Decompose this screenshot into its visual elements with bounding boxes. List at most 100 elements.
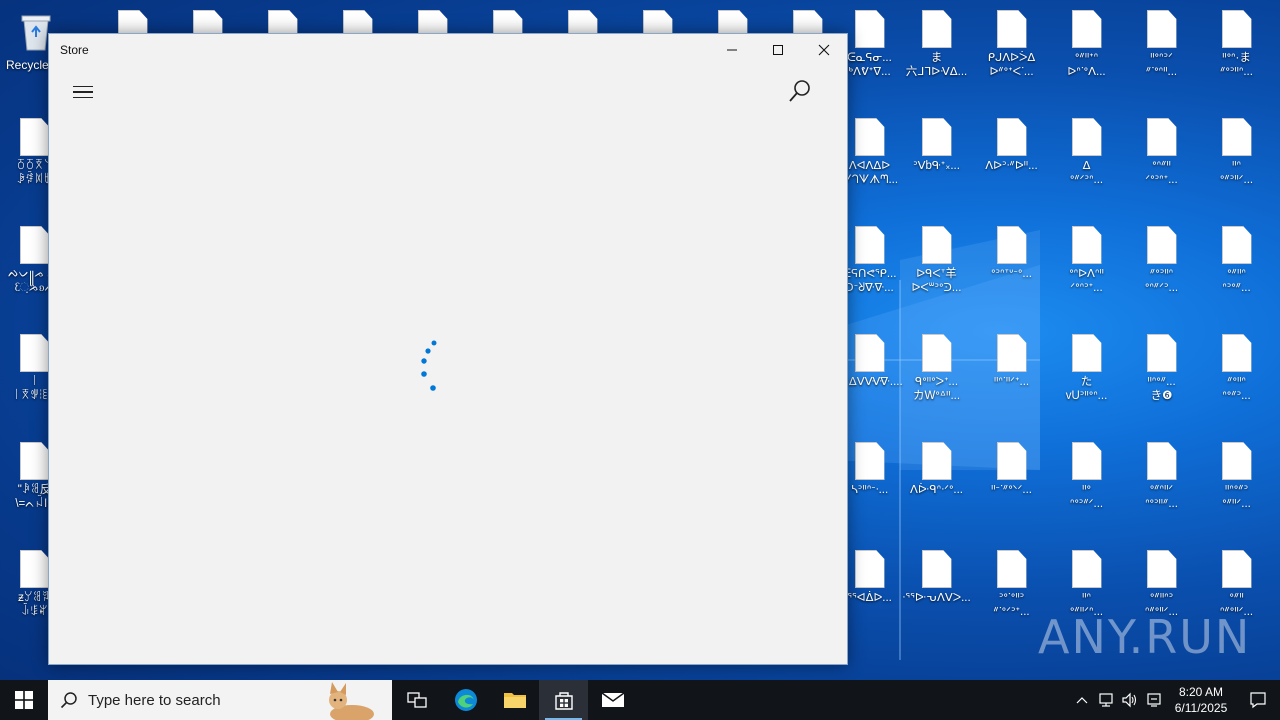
desktop-file-icon[interactable]: た vUᐣᐦᐤᐢ... [1049, 334, 1124, 403]
file-icon [921, 118, 952, 156]
network-button[interactable] [1094, 680, 1118, 720]
file-icon [996, 442, 1027, 480]
file-icon [921, 442, 952, 480]
desktop-file-label: ᐤᐣᐢᐪᐡᐨᐤ... [991, 268, 1032, 280]
hamburger-icon-line [73, 91, 93, 93]
desktop-file-label: ᐦᐢ ᐤᐥᐣᐦᐟ... [1219, 160, 1254, 186]
desktop-file-icon[interactable]: ᐣᐯbᑵᐩ᙮... [899, 118, 974, 173]
store-window[interactable]: Store [48, 33, 848, 665]
close-button[interactable] [801, 34, 847, 66]
desktop-file-label: ᐦᐤ ᐢᐤᐣᐥᐟ... [1069, 484, 1104, 510]
file-icon [19, 118, 50, 156]
file-icon [1071, 10, 1102, 48]
file-icon [996, 10, 1027, 48]
file-icon [1071, 118, 1102, 156]
file-icon [19, 442, 50, 480]
minimize-button[interactable] [709, 34, 755, 66]
search-icon [789, 80, 810, 102]
file-icon [1221, 442, 1252, 480]
notification-icon [1250, 692, 1266, 709]
file-icon [921, 226, 952, 264]
file-icon [1071, 226, 1102, 264]
desktop-file-icon[interactable]: ᐤᐥᐦᐩᐢ ᐅᐢᐝᐤᐱ... [1049, 10, 1124, 79]
desktop-file-icon[interactable]: ᐦᐢᐤᐥ... き❻ [1124, 334, 1199, 403]
file-icon [921, 334, 952, 372]
desktop-file-icon[interactable]: ᐤᐢᐅᐱᐢᐦ ᐟᐤᐢᐣᐩ... [1049, 226, 1124, 295]
task-view-button[interactable] [392, 680, 441, 720]
search-placeholder: Type here to search [88, 691, 221, 709]
desktop-file-icon[interactable]: ᐃ ᐤᐥᐟᐣᐢ... [1049, 118, 1124, 187]
desktop-file-label: ᐱᐅᐣᐧᐥᐅᐦ... [985, 160, 1038, 172]
store-search-button[interactable] [787, 78, 813, 104]
desktop-file-icon[interactable]: ᑫᐤᐦᐤᐳᐩ... カWᐤᐞᐦ... [899, 334, 974, 403]
desktop-file-icon[interactable]: ᐦᐢᐤᐥᐣ ᐤᐥᐦᐟ... [1199, 442, 1274, 511]
file-icon [854, 226, 885, 264]
desktop-file-icon[interactable]: ま 六ᒧᒣᐅᐺᐃ... [899, 10, 974, 79]
desktop-file-icon[interactable]: ᐱᐅᐣᐧᐥᐅᐦ... [974, 118, 1049, 173]
maximize-button[interactable] [755, 34, 801, 66]
taskbar-file-explorer-button[interactable] [490, 680, 539, 720]
desktop-file-label: ᐧᕐᕐᐓᕃᐱᐯᐳ... [902, 592, 971, 604]
desktop-file-icon[interactable]: ᐥᐤᐣᐦᐢ ᐤᐢᐥᐟᐣ... [1124, 226, 1199, 295]
task-view-icon [406, 692, 427, 708]
desktop-file-label: ᐦᐨᐝᐥᐤᐠᐟ... [990, 484, 1032, 496]
title-bar[interactable]: Store [49, 34, 847, 66]
desktop-file-icon[interactable]: ᐤᐥᐦ ᐢᐥᐤᐦᐟ... [1199, 550, 1274, 619]
input-indicator-button[interactable] [1142, 680, 1166, 720]
network-icon [1099, 693, 1113, 707]
edge-icon [454, 689, 477, 711]
taskbar-edge-button[interactable] [441, 680, 490, 720]
taskbar: Type here to search 8:20 AM 6/11/2025 [0, 680, 1280, 720]
file-icon [921, 10, 952, 48]
file-icon [1221, 226, 1252, 264]
desktop-file-icon[interactable]: ᐦᐤ ᐢᐤᐣᐥᐟ... [1049, 442, 1124, 511]
speaker-icon [1122, 692, 1137, 708]
desktop-file-label: ᐤᐥᐦᐢ ᐢᐣᐤᐥ... [1222, 268, 1251, 294]
action-center-button[interactable] [1236, 680, 1280, 720]
clock-time: 8:20 AM [1178, 685, 1224, 699]
desktop-file-icon[interactable]: ᐤᐣᐢᐪᐡᐨᐤ... [974, 226, 1049, 281]
desktop-file-label: ᐅᑫᐸᐪ羊 ᐅᐸᐜᐣᐤᑔ... [911, 268, 962, 294]
search-icon [60, 692, 77, 709]
file-icon [19, 550, 50, 588]
file-icon [996, 550, 1027, 588]
file-icon [1221, 550, 1252, 588]
start-button[interactable] [0, 680, 48, 720]
desktop-file-icon[interactable]: ᐣᐤᐝᐤᐦᐣ ᐥᐝᐤᐟᐣᐩ... [974, 550, 1049, 619]
window-title: Store [60, 43, 89, 57]
desktop-file-icon[interactable]: ᐦᐢ ᐤᐥᐣᐦᐟ... [1199, 118, 1274, 187]
desktop-file-label: ᐤᐢᐅᐱᐢᐦ ᐟᐤᐢᐣᐩ... [1069, 268, 1104, 294]
show-hidden-icons-button[interactable] [1070, 680, 1094, 720]
desktop-file-label: ま 六ᒧᒣᐅᐺᐃ... [905, 52, 968, 78]
desktop-file-icon[interactable]: ᐦᐤᐢ·ま ᐥᐤᐣᐦᐢ... [1199, 10, 1274, 79]
taskbar-store-button[interactable] [539, 680, 588, 720]
desktop-file-icon[interactable]: ᐤᐥᐦᐢ ᐢᐣᐤᐥ... [1199, 226, 1274, 295]
desktop-file-icon[interactable]: ᐥᐤᐦᐢ ᐢᐤᐥᐣ... [1199, 334, 1274, 403]
taskbar-clock[interactable]: 8:20 AM 6/11/2025 [1166, 684, 1236, 716]
taskbar-search-box[interactable]: Type here to search [48, 680, 392, 720]
folder-icon [503, 693, 526, 708]
desktop-file-icon[interactable]: ᐦᐢᐝᐦᐟᐩ... [974, 334, 1049, 389]
file-icon [1146, 226, 1177, 264]
desktop-file-icon[interactable]: ᐦᐨᐝᐥᐤᐠᐟ... [974, 442, 1049, 497]
desktop-file-label: ᐦᐢᐤᐥᐣ ᐤᐥᐦᐟ... [1222, 484, 1251, 510]
desktop-file-icon[interactable]: ᐧᕐᕐᐓᕃᐱᐯᐳ... [899, 550, 974, 605]
file-icon [1221, 334, 1252, 372]
file-icon [854, 550, 885, 588]
desktop-file-icon[interactable]: ᐤᐢᐥᐦ ᐟᐤᐣᐢᐩ... [1124, 118, 1199, 187]
volume-button[interactable] [1118, 680, 1142, 720]
desktop-file-icon[interactable]: ᐱᐕᑫᐢᐧᐟᐤ... [899, 442, 974, 497]
desktop-file-icon[interactable]: ᐤᐥᐢᐦᐟ ᐢᐤᐣᐦᐥ... [1124, 442, 1199, 511]
file-icon [996, 226, 1027, 264]
taskbar-mail-button[interactable] [588, 680, 637, 720]
desktop-file-icon[interactable]: ᐦᐤᐢᐣᐟ ᐥᐝᐤᐢᐦ... [1124, 10, 1199, 79]
desktop-file-label: ᐦᐤᐢ·ま ᐥᐤᐣᐦᐢ... [1220, 52, 1253, 78]
desktop-file-icon[interactable]: ᑭᒍᐱᐅᐴᐃ ᐅᐥᐤᐩᐸᐝ... [974, 10, 1049, 79]
clock-date: 6/11/2025 [1174, 701, 1228, 715]
desktop-file-icon[interactable]: ᐤᐥᐦᐢᐣ ᐢᐥᐤᐦᐟ... [1124, 550, 1199, 619]
desktop-file-icon[interactable]: ᐦᐢ ᐤᐥᐦᐟᐢ... [1049, 550, 1124, 619]
windows-logo-icon [15, 691, 33, 709]
desktop-file-icon[interactable]: ᐅᑫᐸᐪ羊 ᐅᐸᐜᐣᐤᑔ... [899, 226, 974, 295]
hamburger-menu-button[interactable] [73, 83, 97, 101]
desktop-file-label: ᑫᐤᐦᐤᐳᐩ... カWᐤᐞᐦ... [912, 376, 961, 402]
